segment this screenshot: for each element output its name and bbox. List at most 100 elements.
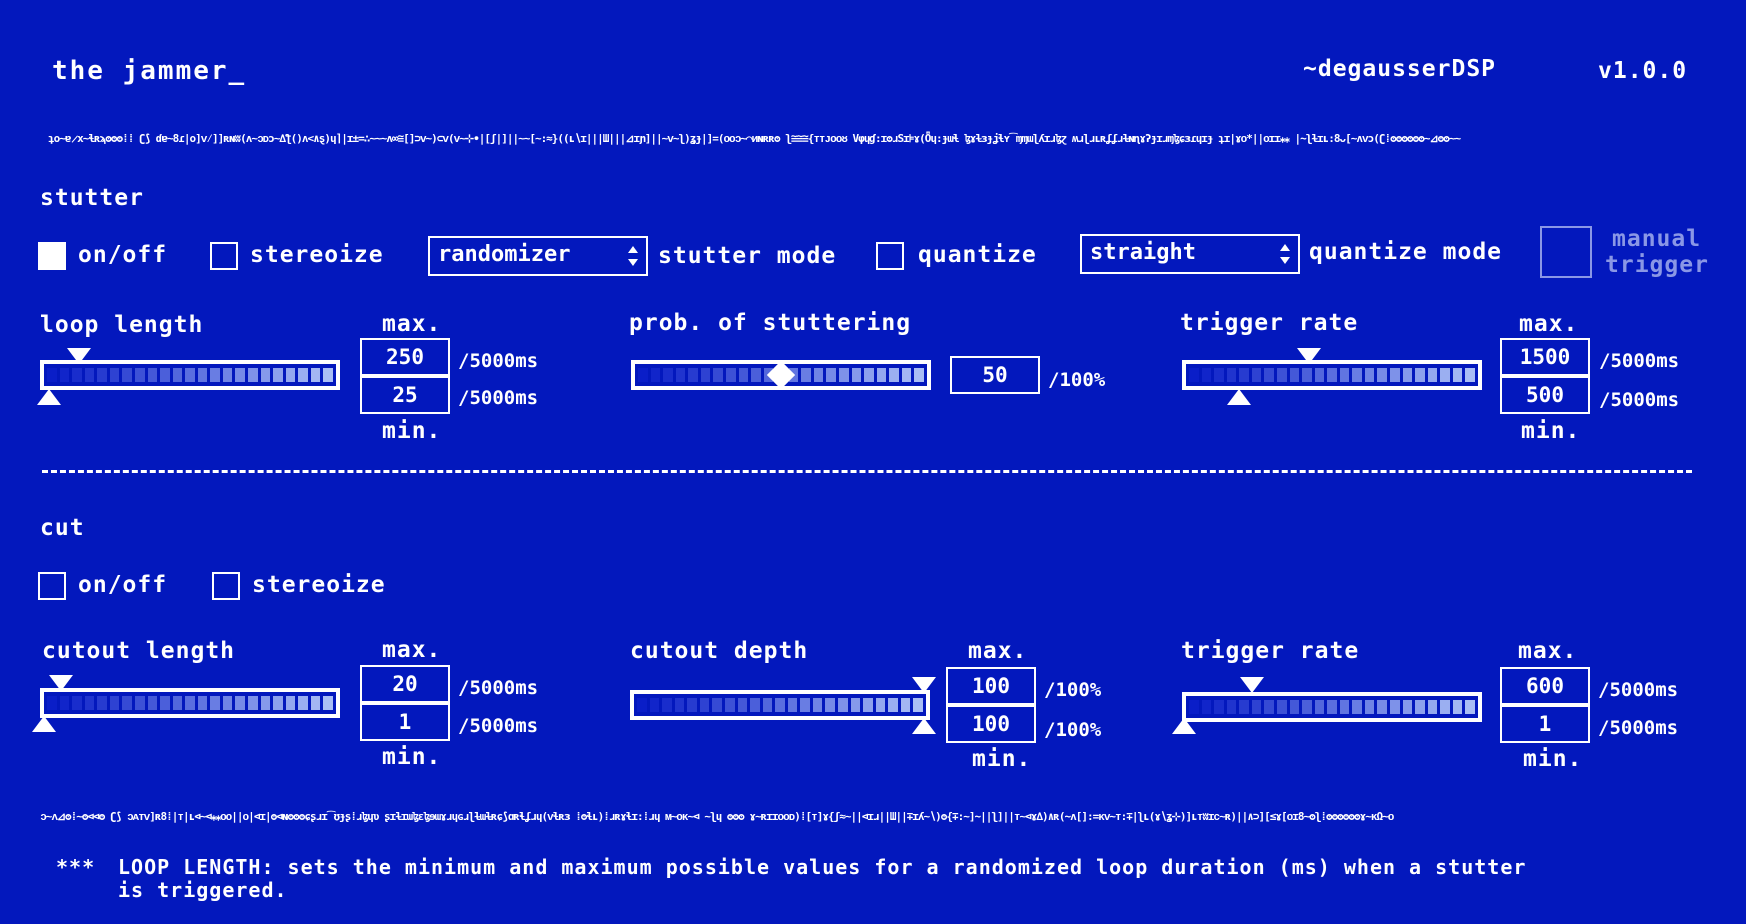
slider-segment — [122, 696, 132, 710]
cut-stereoize-checkbox[interactable] — [212, 572, 240, 600]
cutout-length-min-input[interactable]: 1 — [360, 703, 450, 741]
slider-segment — [751, 368, 761, 382]
slider-segment — [1189, 368, 1199, 382]
section-divider — [42, 470, 1692, 473]
slider-segment — [762, 698, 773, 712]
cutout-length-min-label: min. — [382, 744, 442, 770]
cut-trigger-rate-min-input[interactable]: 1 — [1500, 705, 1590, 743]
stutter-trigger-rate-max-label: max. — [1519, 311, 1579, 337]
cut-onoff-checkbox[interactable] — [38, 572, 66, 600]
manual-trigger-label-1: manual — [1612, 226, 1702, 252]
loop-length-min-handle[interactable] — [37, 389, 61, 405]
loop-length-min-label: min. — [382, 418, 442, 444]
quantize-label: quantize — [918, 242, 1037, 268]
slider-segment — [1390, 700, 1400, 714]
slider-segment — [1402, 700, 1413, 714]
slider-segment — [47, 368, 57, 382]
stutter-mode-dropdown[interactable]: randomizer — [428, 236, 648, 276]
loop-length-max-input[interactable]: 250 — [360, 338, 450, 376]
loop-length-range-slider[interactable] — [40, 360, 340, 390]
cutout-depth-min-input[interactable]: 100 — [946, 705, 1036, 743]
cutout-depth-min-label: min. — [972, 746, 1032, 772]
slider-segment — [1352, 368, 1362, 382]
slider-segment — [59, 368, 70, 382]
cut-trigger-rate-max-input[interactable]: 600 — [1500, 667, 1590, 705]
loop-length-max-handle[interactable] — [67, 348, 91, 364]
slider-segment — [1339, 700, 1350, 714]
slider-segment — [285, 368, 296, 382]
slider-segment — [160, 368, 170, 382]
slider-segment — [649, 698, 660, 712]
cutout-depth-max-handle[interactable] — [912, 677, 936, 693]
cut-stereoize-label: stereoize — [252, 572, 386, 598]
stutter-onoff-checkbox[interactable] — [38, 242, 66, 270]
stutter-stereoize-checkbox[interactable] — [210, 242, 238, 270]
slider-segment — [875, 698, 886, 712]
slider-segment — [273, 368, 283, 382]
cut-trigger-rate-min-label: min. — [1523, 746, 1583, 772]
slider-segment — [1239, 700, 1249, 714]
cutout-depth-max-label: max. — [968, 638, 1028, 664]
stutter-trigger-rate-max-unit: /5000ms — [1599, 350, 1680, 372]
stutter-trigger-rate-min-input[interactable]: 500 — [1500, 376, 1590, 414]
quantize-mode-label: quantize mode — [1309, 239, 1503, 265]
slider-segment — [84, 696, 95, 710]
slider-segment — [825, 698, 835, 712]
cut-trigger-rate-slider[interactable] — [1182, 692, 1482, 722]
help-marker: *** — [56, 855, 96, 879]
cutout-depth-max-input[interactable]: 100 — [946, 667, 1036, 705]
cut-trigger-rate-max-label: max. — [1518, 638, 1578, 664]
cutout-length-range-slider[interactable] — [40, 688, 340, 718]
quantize-mode-dropdown[interactable]: straight — [1080, 234, 1300, 274]
slider-segment — [323, 696, 333, 710]
waveform-bottom: ᴐ~ᴧ⊿ʘ⁞~ʘ⊲⊲ʘ ʗ⟆ ᴐᴀᴛᴠ]ʀ8⁞|ᴛ|ʟ⊲~⊲⁎⁎ᴏᴏ||ᴏ|⊲ɪ… — [40, 810, 1394, 823]
slider-segment — [737, 698, 748, 712]
stutter-trigger-rate-min-label: min. — [1521, 418, 1581, 444]
slider-segment — [122, 368, 132, 382]
stutter-trigger-rate-max-input[interactable]: 1500 — [1500, 338, 1590, 376]
cut-trigger-rate-max-handle[interactable] — [1240, 677, 1264, 693]
cutout-depth-min-handle[interactable] — [912, 718, 936, 734]
slider-segment — [197, 696, 208, 710]
slider-segment — [1276, 700, 1287, 714]
slider-segment — [1239, 368, 1249, 382]
slider-segment — [838, 698, 848, 712]
slider-segment — [850, 698, 861, 712]
prob-stutter-label: prob. of stuttering — [629, 310, 912, 336]
manual-trigger-label-2: trigger — [1605, 252, 1709, 278]
slider-segment — [1427, 368, 1438, 382]
stutter-trigger-rate-min-handle[interactable] — [1227, 389, 1251, 405]
slider-segment — [273, 696, 283, 710]
loop-length-min-input[interactable]: 25 — [360, 376, 450, 414]
cutout-depth-range-slider[interactable] — [630, 690, 930, 720]
cutout-length-max-input[interactable]: 20 — [360, 665, 450, 703]
slider-segment — [1251, 368, 1262, 382]
slider-segment — [172, 368, 183, 382]
cut-onoff-label: on/off — [78, 572, 168, 598]
slider-segment — [310, 368, 321, 382]
cutout-length-max-handle[interactable] — [49, 675, 73, 691]
quantize-checkbox[interactable] — [876, 242, 904, 270]
slider-segment — [298, 696, 308, 710]
slider-segment — [1314, 700, 1325, 714]
slider-segment — [687, 698, 697, 712]
prob-stutter-input[interactable]: 50 — [950, 356, 1040, 394]
slider-segment — [713, 368, 723, 382]
slider-segment — [1327, 700, 1337, 714]
manual-trigger-button[interactable] — [1540, 226, 1592, 278]
slider-segment — [310, 696, 321, 710]
stutter-trigger-rate-max-handle[interactable] — [1297, 348, 1321, 364]
stutter-trigger-rate-slider[interactable] — [1182, 360, 1482, 390]
help-text: LOOP LENGTH: sets the minimum and maximu… — [118, 855, 1527, 902]
slider-segment — [839, 368, 849, 382]
stutter-heading: stutter — [40, 185, 144, 211]
cutout-length-min-handle[interactable] — [32, 716, 56, 732]
slider-segment — [750, 698, 760, 712]
slider-segment — [210, 696, 220, 710]
cut-trigger-rate-min-handle[interactable] — [1172, 718, 1196, 734]
slider-segment — [210, 368, 220, 382]
slider-segment — [1214, 368, 1224, 382]
cutout-length-min-unit: /5000ms — [458, 715, 539, 737]
slider-segment — [1302, 700, 1312, 714]
cutout-depth-max-unit: /100% — [1044, 679, 1102, 701]
